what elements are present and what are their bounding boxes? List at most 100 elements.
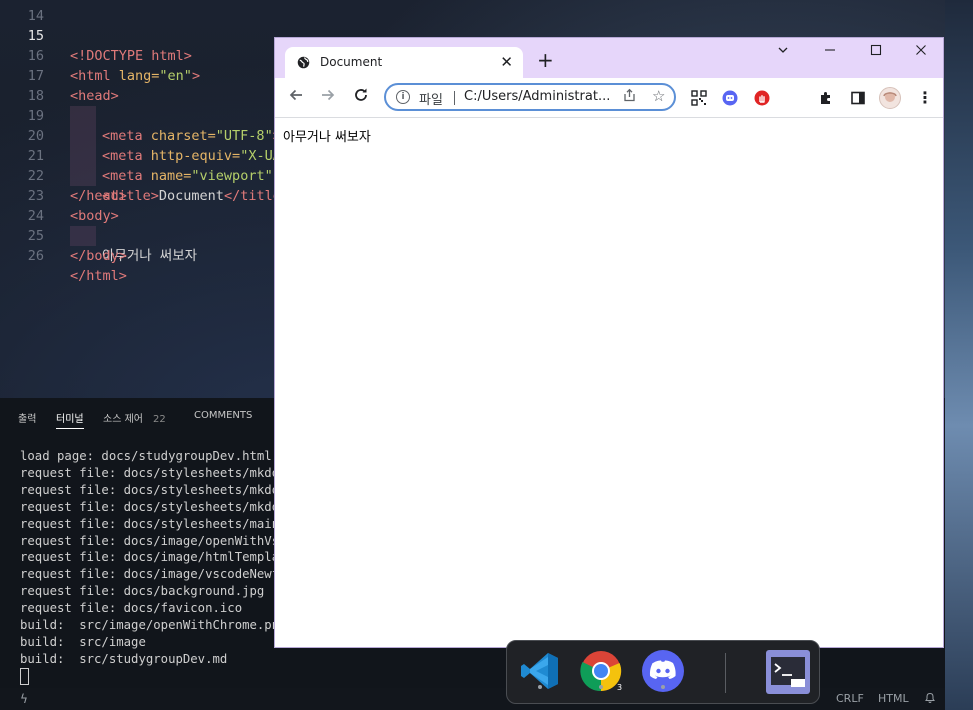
code-line[interactable]: <!DOCTYPE html> (70, 46, 192, 66)
terminal-output[interactable]: load page: docs/studygroupDev.html reques… (20, 448, 294, 685)
more-menu-icon[interactable]: ⋮ (917, 88, 933, 107)
code-line[interactable]: <meta http-equiv="X-UA (102, 146, 281, 166)
lightning-icon[interactable]: ϟ (20, 692, 28, 706)
indent-guide (70, 226, 96, 246)
new-tab-button[interactable]: + (537, 50, 554, 70)
terminal-line: request file: docs/stylesheets/mkdocs (20, 482, 294, 497)
desktop-wallpaper-edge (945, 0, 973, 710)
taskbar-terminal[interactable] (765, 649, 810, 694)
line-number: 21 (27, 148, 44, 164)
taskbar-discord[interactable] (641, 649, 685, 693)
eol-indicator[interactable]: CRLF (836, 692, 864, 705)
terminal-line: request file: docs/background.jpg (20, 584, 265, 599)
indent-guide (70, 166, 96, 186)
terminal-line: request file: docs/stylesheets/mkdocs (20, 465, 294, 480)
string-token: "en" (159, 68, 192, 84)
browser-toolbar: i 파일 C:/Users/Administrat... ☆ ⋮ (275, 78, 943, 118)
qr-code-icon[interactable] (691, 90, 707, 106)
terminal-line: request file: docs/stylesheets/mkdocs (20, 499, 294, 514)
indent-guide (70, 146, 96, 166)
browser-window: Document ✕ + i 파일 C:/Users/Administrat..… (274, 37, 944, 648)
text-token: Document (158, 188, 224, 204)
code-line[interactable]: <head> (70, 86, 119, 106)
discord-extension-icon[interactable] (722, 90, 738, 106)
line-number: 24 (27, 208, 44, 224)
tag-token: <html (70, 68, 111, 84)
tab-source-control[interactable]: 소스 제어 22 (103, 410, 166, 425)
line-number: 19 (27, 108, 44, 124)
address-bar[interactable]: i 파일 C:/Users/Administrat... ☆ (384, 83, 676, 111)
line-number: 23 (27, 188, 44, 204)
language-mode[interactable]: HTML (878, 692, 909, 705)
line-number: 22 (27, 168, 44, 184)
line-number: 18 (27, 88, 44, 104)
indent-guide (70, 126, 96, 146)
close-tab-icon[interactable]: ✕ (500, 53, 513, 71)
page-body-text: 아무거나 써보자 (283, 130, 371, 145)
bookmark-star-icon[interactable]: ☆ (652, 87, 665, 105)
running-indicator (599, 685, 603, 689)
hand-stop-extension-icon[interactable] (754, 90, 770, 106)
tab-source-control-label: 소스 제어 (103, 414, 143, 425)
tag-token: <meta (102, 168, 143, 184)
code-line[interactable]: </html> (70, 266, 127, 286)
chrome-window-count: 3 (617, 683, 623, 692)
back-arrow-icon[interactable] (288, 87, 304, 108)
close-window-button[interactable] (915, 44, 927, 60)
tag-token: <meta (102, 128, 143, 144)
terminal-line: request file: docs/favicon.ico (20, 601, 243, 616)
minimize-button[interactable] (824, 44, 836, 60)
tag-token: </head> (70, 188, 127, 204)
tag-token: </body> (70, 248, 127, 264)
tab-output[interactable]: 출력 (18, 410, 36, 425)
page-viewport[interactable]: 아무거나 써보자 (275, 118, 943, 647)
tag-token: <body> (70, 208, 119, 224)
taskbar-chrome[interactable]: 3 (579, 649, 623, 693)
string-token: "viewport" (191, 168, 273, 184)
tab-comments[interactable]: COMMENTS (194, 410, 252, 421)
puzzle-extensions-icon[interactable] (818, 90, 834, 106)
line-number: 14 (27, 8, 44, 24)
profile-avatar[interactable] (879, 87, 901, 109)
terminal-line: load page: docs/studygroupDev.html (20, 449, 272, 463)
forward-arrow-icon[interactable] (320, 87, 336, 108)
maximize-button[interactable] (870, 44, 882, 60)
tab-search-chevron-icon[interactable] (777, 44, 789, 60)
tag-token: </html> (70, 268, 127, 284)
taskbar-vscode[interactable] (518, 649, 562, 693)
address-scheme: 파일 (419, 93, 443, 108)
attr-token: http-equiv= (142, 148, 241, 164)
browser-tab[interactable]: Document ✕ (285, 47, 523, 78)
tab-terminal[interactable]: 터미널 (56, 410, 84, 429)
tab-strip: Document ✕ + (275, 38, 943, 78)
terminal-line: request file: docs/image/openWithVsco (20, 533, 294, 548)
bell-icon[interactable] (924, 692, 936, 707)
code-line[interactable]: <html lang="en"> (70, 66, 200, 86)
terminal-cursor (20, 667, 29, 685)
code-line[interactable]: <meta name="viewport" (102, 166, 273, 186)
indent-guide (70, 106, 96, 126)
line-number-current: 15 (27, 28, 44, 44)
line-number: 25 (27, 228, 44, 244)
terminal-line: request file: docs/image/vscodeNewfil (20, 567, 294, 582)
source-control-count: 22 (152, 414, 166, 425)
line-number: 26 (27, 248, 44, 264)
side-panel-icon[interactable] (850, 90, 866, 106)
attr-token: charset= (142, 128, 216, 144)
taskbar-divider (725, 653, 726, 693)
code-line[interactable]: <body> (70, 206, 119, 226)
code-line[interactable]: <meta charset="UTF-8"> (102, 126, 281, 146)
reload-icon[interactable] (353, 87, 369, 108)
string-token: "UTF-8" (215, 128, 273, 144)
terminal-line: request file: docs/image/htmlTemplate (20, 550, 294, 565)
tab-title: Document (320, 55, 383, 69)
site-info-icon[interactable]: i (396, 90, 410, 104)
share-icon[interactable] (622, 88, 637, 107)
running-indicator (661, 685, 665, 689)
code-line[interactable]: <title>Document</title (102, 186, 281, 206)
doctype-token: <!DOCTYPE html> (70, 48, 192, 64)
taskbar: 3 (506, 640, 820, 704)
attr-token: name= (142, 168, 192, 184)
code-line[interactable]: </head> (70, 186, 127, 206)
code-line[interactable]: </body> (70, 246, 127, 266)
